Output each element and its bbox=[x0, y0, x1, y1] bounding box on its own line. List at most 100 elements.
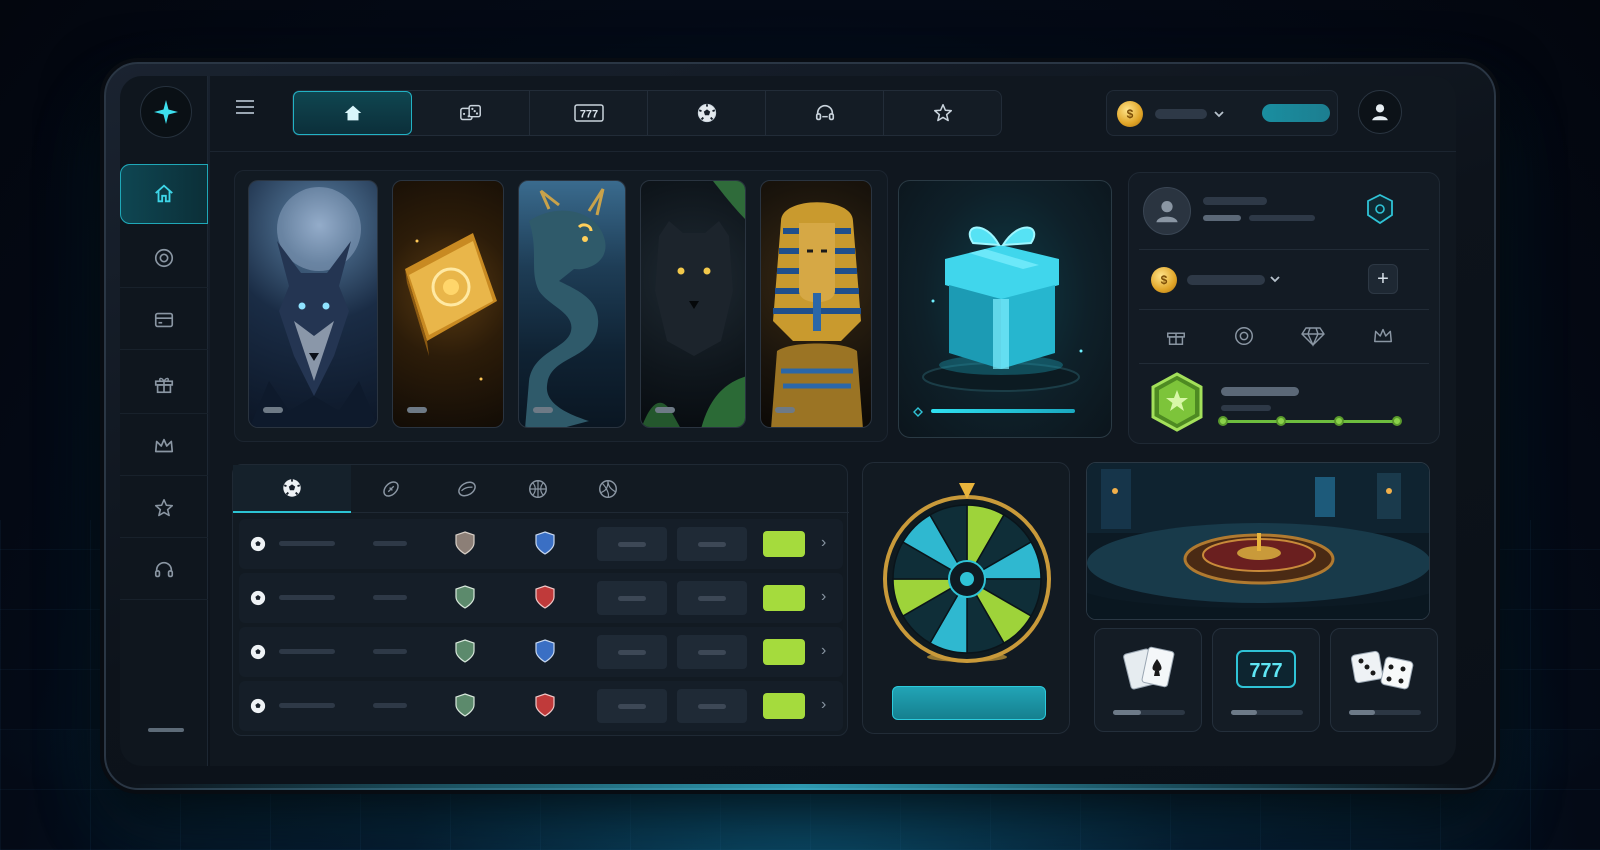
match-row[interactable]: › bbox=[239, 627, 843, 677]
profile-avatar[interactable] bbox=[1143, 187, 1191, 235]
tab-rugby[interactable] bbox=[431, 465, 503, 513]
daily-bonus-card[interactable] bbox=[898, 180, 1112, 438]
diamond-icon[interactable] bbox=[1301, 325, 1325, 347]
fortune-wheel[interactable] bbox=[879, 477, 1055, 667]
game-card-wolf[interactable] bbox=[248, 180, 378, 428]
odds-button[interactable] bbox=[677, 635, 747, 669]
headset-icon bbox=[815, 104, 834, 121]
match-row[interactable]: › bbox=[239, 519, 843, 569]
time-placeholder bbox=[373, 703, 407, 708]
tablet-glow bbox=[130, 784, 1470, 790]
tab-home[interactable] bbox=[293, 91, 412, 135]
coin-icon: $ bbox=[1117, 101, 1143, 127]
tab-american-football[interactable] bbox=[351, 465, 431, 513]
coin-icon: $ bbox=[1151, 267, 1177, 293]
account-button[interactable] bbox=[1358, 90, 1402, 134]
panther-artwork bbox=[641, 181, 745, 427]
gift-box-artwork bbox=[922, 226, 1083, 392]
league-placeholder bbox=[279, 595, 335, 600]
slots-777-icon: 777 bbox=[573, 104, 604, 122]
chevron-down-icon[interactable] bbox=[1269, 273, 1281, 285]
menu-icon bbox=[236, 100, 254, 114]
tab-slots[interactable]: 777 bbox=[530, 91, 648, 135]
live-roulette-card[interactable] bbox=[1086, 462, 1430, 620]
game-card-label-placeholder bbox=[533, 407, 553, 413]
gift-icon[interactable] bbox=[1165, 325, 1187, 347]
soccer-ball-icon bbox=[250, 644, 266, 660]
tab-volleyball[interactable] bbox=[573, 465, 643, 513]
odds-button[interactable] bbox=[677, 527, 747, 561]
bet-button[interactable] bbox=[763, 693, 805, 719]
sidebar bbox=[120, 76, 208, 766]
team-shield-icon bbox=[455, 531, 475, 555]
golden-book-artwork bbox=[405, 233, 497, 381]
divider bbox=[1139, 249, 1429, 250]
odds-button[interactable] bbox=[597, 689, 667, 723]
tab-soccer[interactable] bbox=[233, 465, 351, 513]
sidebar-item-target[interactable] bbox=[120, 228, 208, 288]
sidebar-item-support[interactable] bbox=[120, 540, 208, 600]
shield-badge-icon[interactable] bbox=[1365, 193, 1395, 225]
tab-live-support[interactable] bbox=[766, 91, 884, 135]
team-shield-icon bbox=[535, 531, 555, 555]
sport-tabs bbox=[233, 465, 849, 513]
chip-icon[interactable] bbox=[1233, 325, 1255, 347]
bet-button[interactable] bbox=[763, 531, 805, 557]
chevron-right-icon[interactable]: › bbox=[821, 534, 826, 552]
sidebar-handle[interactable] bbox=[148, 728, 184, 732]
home-icon bbox=[155, 184, 173, 203]
sparkle-logo-icon bbox=[154, 100, 178, 124]
spin-button[interactable] bbox=[892, 686, 1046, 720]
tab-basketball[interactable] bbox=[503, 465, 573, 513]
sidebar-item-gift[interactable] bbox=[120, 354, 208, 414]
brand-logo[interactable] bbox=[140, 86, 192, 138]
hamburger-menu[interactable] bbox=[234, 98, 256, 121]
time-placeholder bbox=[373, 649, 407, 654]
odds-button[interactable] bbox=[597, 635, 667, 669]
chevron-right-icon[interactable]: › bbox=[821, 642, 826, 660]
game-card-golden-book[interactable] bbox=[392, 180, 504, 428]
tab-dice[interactable] bbox=[412, 91, 530, 135]
mini-game-slots[interactable]: 777 bbox=[1212, 628, 1320, 732]
football-icon bbox=[383, 481, 399, 497]
sidebar-item-vip[interactable] bbox=[120, 416, 208, 476]
game-card-pharaoh[interactable] bbox=[760, 180, 872, 428]
sidebar-item-wallet[interactable] bbox=[120, 290, 208, 350]
headset-icon bbox=[154, 561, 174, 577]
balance-placeholder bbox=[1155, 109, 1207, 119]
sidebar-item-home[interactable] bbox=[120, 164, 208, 224]
level-step-dot bbox=[1218, 416, 1228, 426]
wallet-icon bbox=[154, 312, 174, 327]
team-shield-icon bbox=[455, 585, 475, 609]
star-icon bbox=[154, 498, 174, 516]
crown-icon[interactable] bbox=[1371, 325, 1395, 347]
odds-button[interactable] bbox=[677, 689, 747, 723]
cards-icon bbox=[1123, 646, 1175, 690]
sidebar-item-favorites[interactable] bbox=[120, 478, 208, 538]
tab-favorites[interactable] bbox=[884, 91, 1001, 135]
odds-button[interactable] bbox=[597, 581, 667, 615]
bonus-progress-bar bbox=[931, 409, 1075, 413]
odds-button[interactable] bbox=[677, 581, 747, 615]
soccer-ball-icon bbox=[283, 479, 301, 497]
team-shield-icon bbox=[455, 639, 475, 663]
bet-button[interactable] bbox=[763, 585, 805, 611]
mini-game-cards[interactable] bbox=[1094, 628, 1202, 732]
game-card-dragon[interactable] bbox=[518, 180, 626, 428]
match-row[interactable]: › bbox=[239, 573, 843, 623]
user-icon bbox=[1372, 104, 1388, 121]
odds-button[interactable] bbox=[597, 527, 667, 561]
chevron-down-icon[interactable] bbox=[1213, 108, 1225, 120]
mini-game-dice[interactable] bbox=[1330, 628, 1438, 732]
time-placeholder bbox=[373, 595, 407, 600]
pharaoh-artwork bbox=[771, 202, 863, 427]
match-row[interactable]: › bbox=[239, 681, 843, 731]
bet-button[interactable] bbox=[763, 639, 805, 665]
tab-sports[interactable] bbox=[648, 91, 766, 135]
game-card-panther[interactable] bbox=[640, 180, 746, 428]
level-title-placeholder bbox=[1221, 387, 1299, 396]
chevron-right-icon[interactable]: › bbox=[821, 696, 826, 714]
chevron-right-icon[interactable]: › bbox=[821, 588, 826, 606]
add-funds-button[interactable]: + bbox=[1368, 264, 1398, 294]
deposit-button[interactable] bbox=[1262, 104, 1330, 122]
